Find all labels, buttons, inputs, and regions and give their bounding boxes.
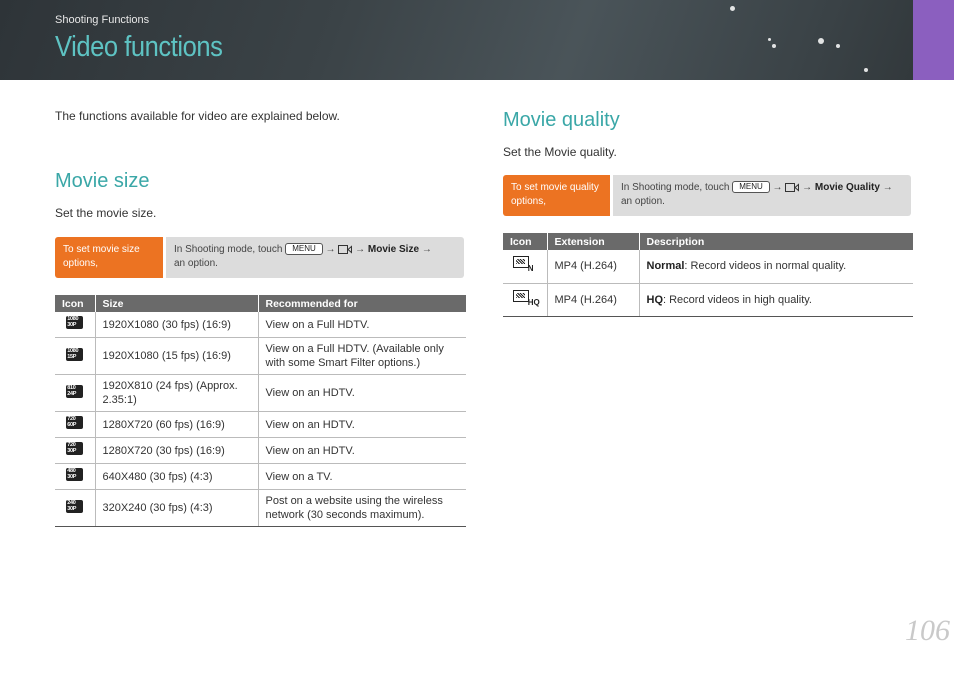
movie-size-howto-steps: In Shooting mode, touch MENU → → Movie S…	[166, 237, 464, 278]
table-row: 720 30P 1280X720 (30 fps) (16:9) View on …	[55, 437, 466, 464]
movie-quality-subtitle: Set the Movie quality.	[503, 145, 617, 159]
description-cell: HQ: Record videos in high quality.	[638, 283, 913, 317]
col-recommended: Recommended for	[257, 295, 466, 312]
movie-size-480-30p-icon: 480 30P	[66, 468, 84, 481]
col-icon: Icon	[55, 295, 95, 312]
movie-size-810-24p-icon: 810 24P	[66, 384, 84, 398]
recommended-cell: View on a TV.	[257, 463, 466, 490]
table-row: 1080 30P 1920X1080 (30 fps) (16:9) View o…	[55, 312, 466, 338]
col-size: Size	[94, 295, 258, 312]
description-cell: Normal: Record videos in normal quality.	[638, 250, 913, 284]
extension-cell: MP4 (H.264)	[546, 283, 639, 317]
movie-size-720-60p-icon: 720 60P	[66, 416, 84, 429]
size-cell: 1920X1080 (15 fps) (16:9)	[94, 337, 258, 375]
size-cell: 1920X1080 (30 fps) (16:9)	[94, 312, 258, 338]
arrow-3: →	[421, 244, 432, 255]
table-row: 480 30P 640X480 (30 fps) (4:3) View on a …	[55, 463, 466, 490]
arrow-2: →	[355, 244, 366, 255]
howto-suffix: an option.	[621, 196, 665, 207]
page-number: 106	[905, 614, 950, 647]
quality-normal-icon: N	[512, 256, 537, 273]
movie-quality-howto-label: To set movie quality options,	[503, 175, 610, 216]
col-description: Description	[638, 233, 913, 250]
size-cell: 1280X720 (30 fps) (16:9)	[94, 437, 258, 464]
movie-size-subtitle: Set the movie size.	[55, 206, 157, 220]
video-mode-icon	[338, 244, 353, 254]
recommended-cell: View on an HDTV.	[257, 437, 466, 464]
quality-hq-icon: HQ	[512, 289, 540, 307]
menu-key-icon: MENU	[285, 243, 323, 256]
chapter-tab	[913, 0, 954, 80]
recommended-cell: View on an HDTV.	[257, 374, 466, 412]
table-row: 240 30P 320X240 (30 fps) (4:3) Post on a …	[55, 489, 466, 527]
recommended-cell: View on a Full HDTV. (Available only wit…	[257, 337, 466, 375]
video-mode-icon	[785, 182, 800, 192]
table-row: 1080 15P 1920X1080 (15 fps) (16:9) View o…	[55, 337, 466, 375]
howto-target: Movie Size	[367, 244, 420, 255]
movie-size-heading: Movie size	[55, 170, 150, 192]
movie-quality-table: Icon Extension Description N MP4 (H.264)…	[503, 233, 913, 317]
howto-suffix: an option.	[174, 258, 218, 269]
howto-prefix: In Shooting mode, touch	[621, 182, 730, 193]
arrow-1: →	[772, 182, 783, 193]
table-row: 720 60P 1280X720 (60 fps) (16:9) View on …	[55, 411, 466, 438]
recommended-cell: View on a Full HDTV.	[257, 312, 466, 338]
intro-text: The functions available for video are ex…	[55, 109, 340, 123]
menu-key-icon: MENU	[732, 181, 770, 194]
movie-size-240-30p-icon: 240 30P	[66, 499, 84, 513]
table-row: N MP4 (H.264) Normal: Record videos in n…	[503, 250, 913, 284]
recommended-cell: View on an HDTV.	[257, 411, 466, 438]
howto-target: Movie Quality	[814, 182, 880, 193]
size-cell: 640X480 (30 fps) (4:3)	[94, 463, 258, 490]
recommended-cell: Post on a website using the wireless net…	[257, 489, 466, 527]
movie-size-1080-15p-icon: 1080 15P	[66, 347, 84, 361]
movie-size-1080-30p-icon: 1080 30P	[66, 316, 84, 329]
movie-size-howto-label: To set movie size options,	[55, 237, 163, 278]
size-cell: 320X240 (30 fps) (4:3)	[94, 489, 258, 527]
table-row: HQ MP4 (H.264) HQ: Record videos in high…	[503, 283, 913, 317]
arrow-1: →	[325, 244, 336, 255]
page-title: Video functions	[55, 31, 223, 63]
col-icon: Icon	[503, 233, 547, 250]
movie-size-table: Icon Size Recommended for 1080 30P 1920X1…	[55, 295, 466, 527]
page-header: Shooting Functions Video functions	[0, 0, 954, 80]
arrow-3: →	[882, 182, 893, 193]
size-cell: 1280X720 (60 fps) (16:9)	[94, 411, 258, 438]
movie-size-720-30p-icon: 720 30P	[66, 442, 84, 455]
col-extension: Extension	[546, 233, 639, 250]
table-row: 810 24P 1920X810 (24 fps) (Approx. 2.35:1…	[55, 374, 466, 412]
howto-prefix: In Shooting mode, touch	[174, 244, 283, 255]
section-name: Shooting Functions	[55, 14, 150, 26]
arrow-2: →	[802, 182, 813, 193]
size-cell: 1920X810 (24 fps) (Approx. 2.35:1)	[94, 374, 258, 412]
movie-quality-heading: Movie quality	[503, 109, 620, 131]
extension-cell: MP4 (H.264)	[546, 250, 639, 284]
movie-quality-howto-steps: In Shooting mode, touch MENU → → Movie Q…	[613, 175, 911, 216]
